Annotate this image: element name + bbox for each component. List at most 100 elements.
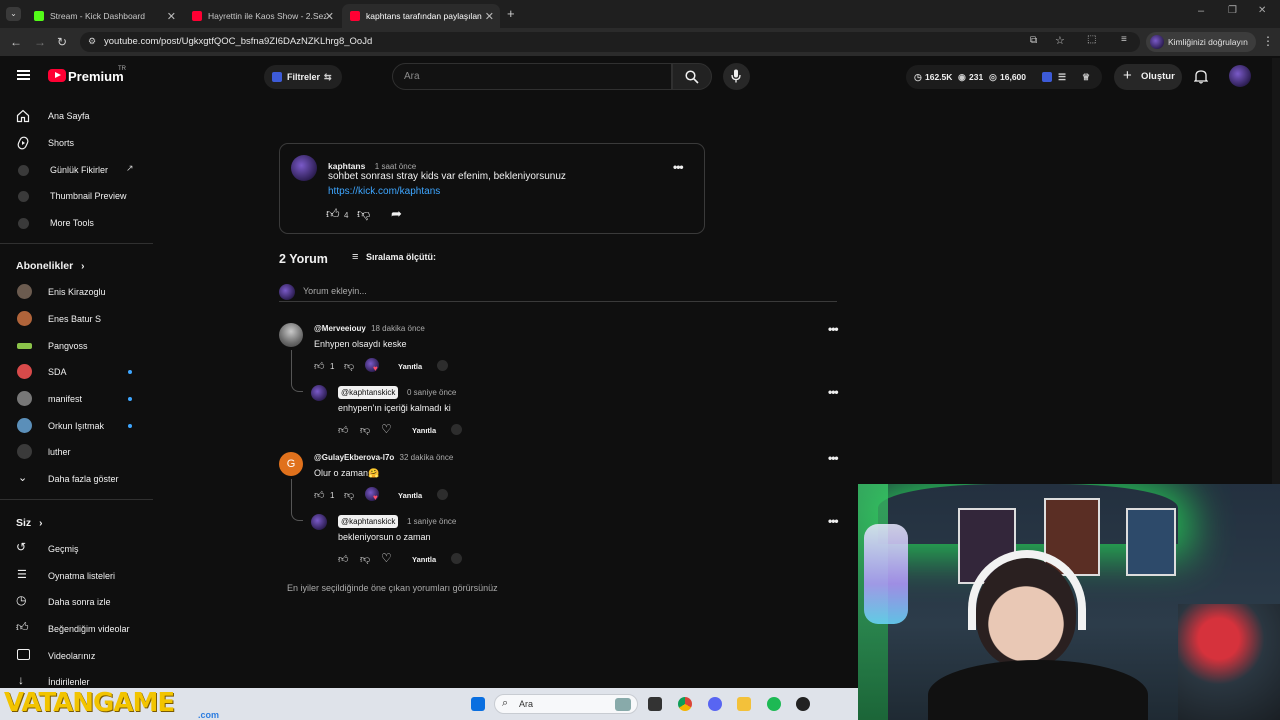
sort-comments-button[interactable]: ≡ Sıralama ölçütü: [352,251,436,263]
comment-author[interactable]: @GulayEkberova-l7o 32 dakika önce [314,453,453,462]
extension-icon[interactable] [1042,72,1052,82]
reply-author-tag[interactable]: @kaphtanskick [338,515,399,528]
reply-author-tag[interactable]: @kaphtanskick [338,386,399,399]
sidebar-sub-luther[interactable]: luther [0,439,153,465]
post-time[interactable]: 1 saat önce [375,162,416,171]
create-button[interactable]: + Oluştur [1114,64,1182,90]
reply-avatar[interactable] [311,385,327,401]
dislike-icon[interactable]: 👎︎ [360,553,370,565]
subscriptions-header[interactable]: Abonelikler › [16,260,84,272]
discord-icon[interactable] [708,697,722,711]
post-more-actions-icon[interactable]: ••• [673,160,684,174]
post-link[interactable]: https://kick.com/kaphtans [328,186,440,197]
close-tab-icon[interactable]: ✕ [485,10,494,23]
sidebar-sub-enes-batur[interactable]: Enes Batur S [0,306,153,332]
spotify-icon[interactable] [767,697,781,711]
add-comment-input[interactable]: Yorum ekleyin... [279,283,837,302]
close-tab-icon[interactable]: ✕ [167,10,176,23]
reply-avatar[interactable] [311,514,327,530]
browser-menu-icon[interactable]: ⋮ [1262,34,1274,48]
sidebar-sub-orkun-isitmak[interactable]: Orkun Işıtmak [0,413,153,439]
like-icon[interactable]: 👍︎ [314,360,324,372]
extensions-icon[interactable]: ⬚ [1087,34,1096,45]
sidebar-sub-manifest[interactable]: manifest [0,386,153,412]
reload-icon[interactable]: ↻ [57,35,67,49]
you-header[interactable]: Siz › [16,517,42,529]
heart-icon[interactable]: ♡ [381,422,392,436]
comment-avatar[interactable] [279,323,303,347]
like-icon[interactable]: 👍︎ [338,553,348,565]
like-icon[interactable]: 👍︎ [338,424,348,436]
comment-time[interactable]: 32 dakika önce [400,453,454,462]
url-field[interactable]: ⚙ youtube.com/post/UgkxgtfQOC_bsfna9ZI6D… [80,32,1140,52]
comment-more-actions-icon[interactable]: ••• [828,322,839,336]
sidebar-sub-enis-kirazoglu[interactable]: Enis Kirazoglu [0,279,153,305]
reply-button[interactable]: Yanıtla [412,555,436,564]
reply-more-actions-icon[interactable]: ••• [828,385,839,399]
extension-icon[interactable] [451,553,462,564]
forward-icon[interactable]: → [34,35,46,49]
verify-identity-button[interactable]: Kimliğinizi doğrulayın [1146,32,1256,52]
site-info-icon[interactable]: ⚙ [88,36,96,47]
sidebar-item-thumbnail-preview[interactable]: Thumbnail Preview [0,183,153,209]
search-button[interactable] [672,63,712,90]
filters-button[interactable]: Filtreler ⇆ [264,65,342,89]
browser-tab-kaos-show[interactable]: Hayrettin ile Kaos Show - 2.Sez ✕ [184,4,340,28]
heart-icon[interactable]: ♡ [381,551,392,565]
reading-list-icon[interactable]: ≡ [1121,34,1127,45]
hamburger-menu-icon[interactable] [17,70,30,80]
obs-icon[interactable] [796,697,810,711]
screenshot-icon[interactable]: ⧉ [1030,35,1037,46]
sidebar-item-your-videos[interactable]: Videolarınız [0,643,153,669]
search-input[interactable]: Ara [392,63,672,90]
windows-start-icon[interactable] [471,697,485,711]
sidebar-item-history[interactable]: ↺ Geçmiş [0,536,153,562]
dislike-icon[interactable]: 👎︎ [344,489,354,501]
youtube-logo-icon[interactable] [48,69,66,82]
reply-more-actions-icon[interactable]: ••• [828,514,839,528]
post-author[interactable]: kaphtans [328,161,365,171]
dislike-icon[interactable]: 👎︎ [360,424,370,436]
share-icon[interactable]: ➦ [391,206,402,222]
comment-author[interactable]: @Merveeiouy 18 dakika önce [314,324,425,333]
chrome-icon[interactable] [678,697,692,711]
back-icon[interactable]: ← [10,35,22,49]
browser-tab-post[interactable]: kaphtans tarafından paylaşılan ✕ [342,4,500,28]
comment-time[interactable]: 18 dakika önce [371,324,425,333]
file-explorer-icon[interactable] [737,697,751,711]
sidebar-item-gunluk-fikirler[interactable]: Günlük Fikirler ↗ [0,157,153,183]
bookmark-star-icon[interactable]: ☆ [1055,34,1065,47]
logo-premium-text[interactable]: Premium [68,69,124,84]
restore-window-icon[interactable]: ❐ [1228,5,1237,16]
sidebar-sub-sda[interactable]: SDA [0,359,153,385]
sidebar-sub-pangvoss[interactable]: Pangvoss [0,333,153,359]
trophy-icon[interactable]: ♕ [1082,65,1090,89]
notifications-bell-icon[interactable] [1194,69,1208,84]
sidebar-show-more[interactable]: ⌄ Daha fazla göster [0,466,153,492]
reply-button[interactable]: Yanıtla [398,362,422,371]
like-icon[interactable]: 👍︎ [314,489,324,501]
minimize-window-icon[interactable]: – [1198,5,1204,17]
taskbar-search-input[interactable]: ⌕ Ara [494,694,638,714]
close-window-icon[interactable]: ✕ [1258,5,1266,16]
voice-search-button[interactable] [723,63,750,90]
close-tab-icon[interactable]: ✕ [325,10,334,23]
sidebar-item-home[interactable]: Ana Sayfa [0,103,153,129]
sidebar-item-more-tools[interactable]: More Tools [0,210,153,236]
sidebar-item-playlists[interactable]: ☰ Oynatma listeleri [0,563,153,589]
browser-tab-kick[interactable]: Stream - Kick Dashboard ✕ [26,4,182,28]
sidebar-item-shorts[interactable]: Shorts [0,130,153,156]
like-icon[interactable]: 👍︎ [326,206,340,222]
reply-button[interactable]: Yanıtla [398,491,422,500]
task-view-icon[interactable] [648,697,662,711]
comment-more-actions-icon[interactable]: ••• [828,451,839,465]
extension-icon[interactable] [451,424,462,435]
sidebar-item-liked-videos[interactable]: 👍︎ Beğendiğim videolar [0,616,153,642]
sidebar-item-watch-later[interactable]: ◷ Daha sonra izle [0,589,153,615]
extension-icon[interactable] [437,489,448,500]
extension-icon[interactable] [437,360,448,371]
dislike-icon[interactable]: 👎︎ [357,206,370,222]
tab-search-icon[interactable]: ⌄ [6,7,21,21]
reply-time[interactable]: 0 saniye önce [407,388,456,397]
reply-time[interactable]: 1 saniye önce [407,517,456,526]
